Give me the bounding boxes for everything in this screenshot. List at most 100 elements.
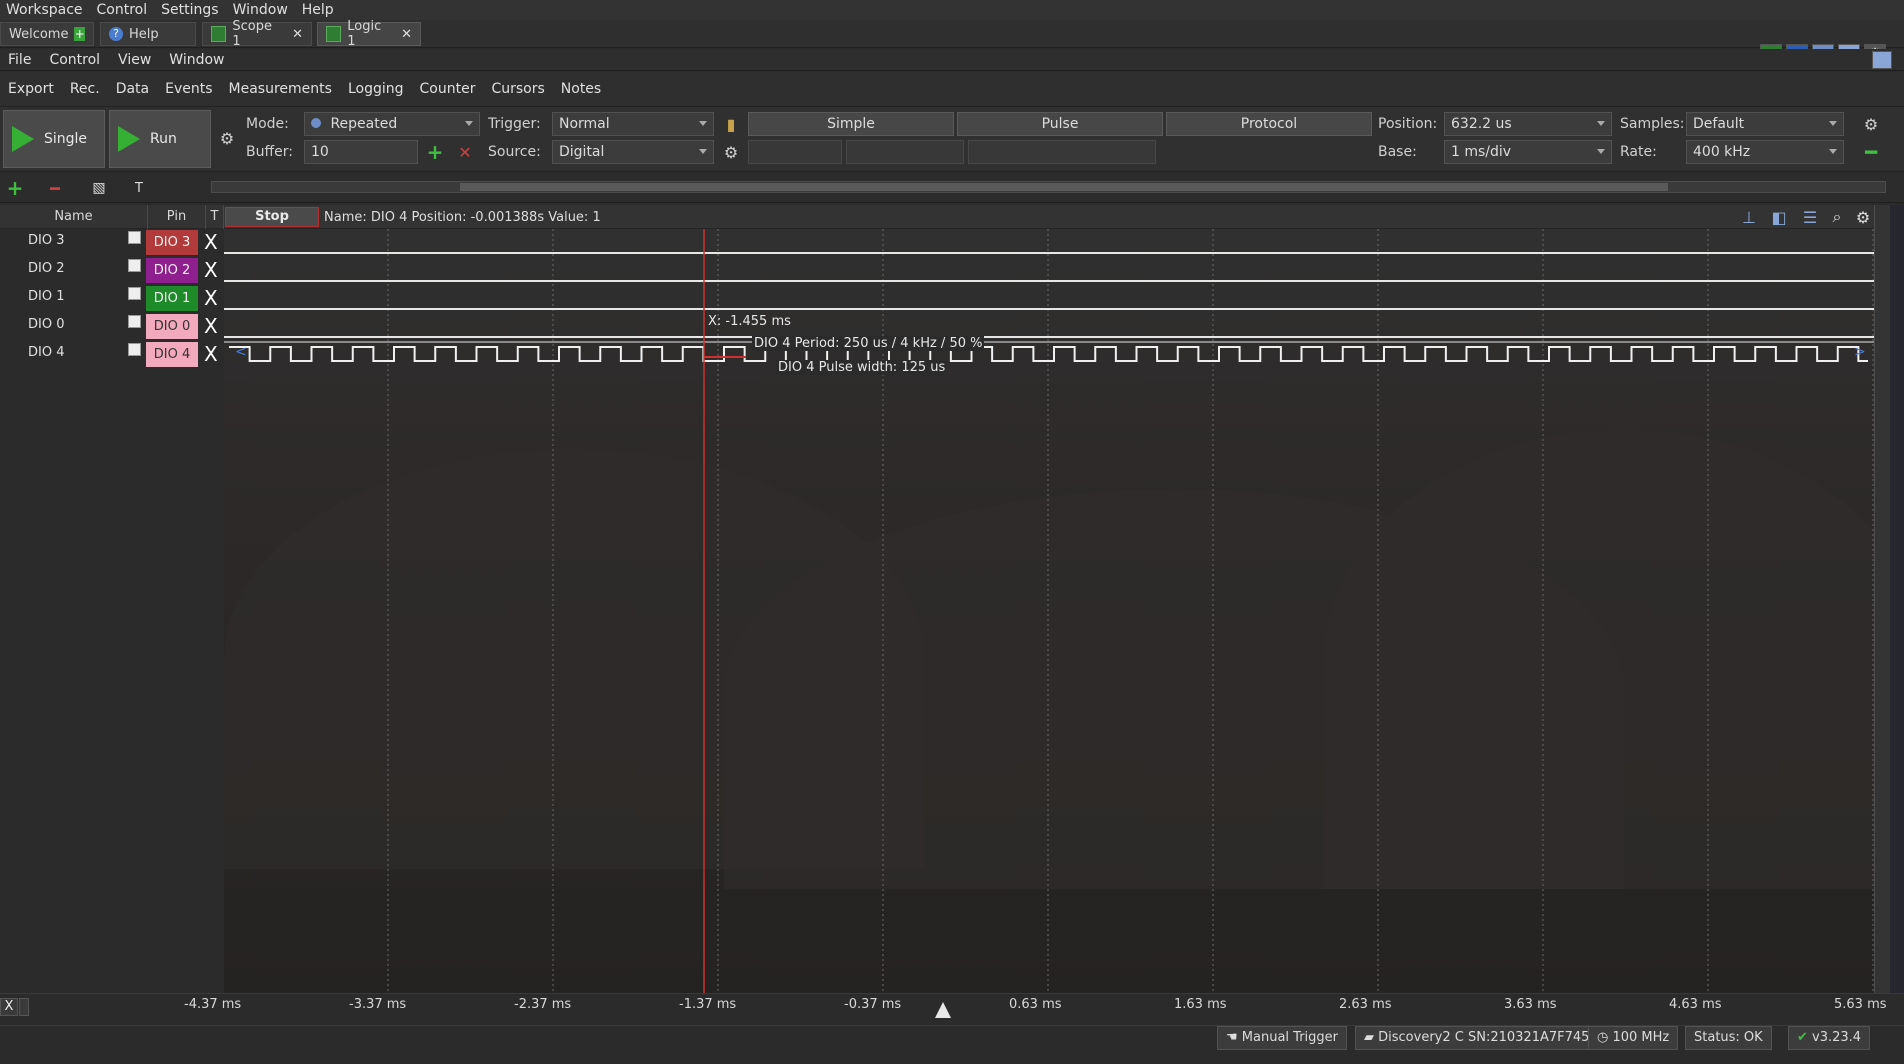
channel-edit-icon[interactable]: [128, 287, 141, 300]
menu-control[interactable]: Control: [97, 2, 148, 18]
channel-row-dio1[interactable]: DIO 1 DIO 1 X: [0, 285, 224, 312]
waveform-svg[interactable]: [224, 229, 1874, 993]
menu-logging[interactable]: Logging: [348, 81, 404, 97]
mode-select[interactable]: Repeated: [304, 112, 480, 136]
source-select[interactable]: Digital: [552, 140, 714, 164]
plus-icon[interactable]: +: [74, 27, 85, 41]
run-button[interactable]: Run: [109, 110, 211, 168]
channel-pin[interactable]: DIO 0: [146, 314, 198, 339]
samples-select[interactable]: Default: [1686, 112, 1844, 136]
axis-dropdown-button[interactable]: [19, 998, 29, 1016]
buffer-stepper[interactable]: 10: [304, 140, 418, 164]
cursor-line[interactable]: [703, 229, 746, 993]
menu-help[interactable]: Help: [302, 2, 334, 18]
add-icon[interactable]: +: [424, 140, 446, 164]
device-button[interactable]: ▰ Discovery2 C SN:210321A7F745: [1355, 1026, 1599, 1050]
trigger-x-icon[interactable]: X: [204, 314, 218, 338]
channel-edit-icon[interactable]: ▧: [88, 177, 110, 199]
channel-row-dio3[interactable]: DIO 3 DIO 3 X: [0, 229, 224, 256]
menu-window-2[interactable]: Window: [169, 52, 224, 68]
menu-measurements[interactable]: Measurements: [229, 81, 332, 97]
menu-workspace[interactable]: Workspace: [6, 2, 83, 18]
scroll-left-icon[interactable]: <: [235, 344, 247, 360]
restore-icon[interactable]: [1872, 51, 1892, 69]
menu-settings[interactable]: Settings: [161, 2, 218, 18]
trigger-select[interactable]: Normal: [552, 112, 714, 136]
scrollbar-thumb[interactable]: [460, 183, 1668, 191]
chevron-down-icon: [1829, 121, 1837, 126]
channel-row-dio2[interactable]: DIO 2 DIO 2 X: [0, 257, 224, 284]
axis-x-button[interactable]: X: [0, 998, 18, 1016]
trigger-option-3[interactable]: [968, 140, 1156, 164]
trigger-option-1[interactable]: [748, 140, 842, 164]
menu-export[interactable]: Export: [8, 81, 54, 97]
vertical-scrollbar[interactable]: [1874, 205, 1891, 993]
trigger-x-icon[interactable]: X: [204, 342, 218, 366]
rate-select[interactable]: 400 kHz: [1686, 140, 1844, 164]
add-channel-icon[interactable]: +: [4, 176, 26, 200]
clock-button[interactable]: ◷ 100 MHz: [1588, 1026, 1679, 1050]
channel-edit-icon[interactable]: [128, 315, 141, 328]
channel-pin[interactable]: DIO 2: [146, 258, 198, 283]
single-button[interactable]: Single: [3, 110, 105, 168]
text-tool-icon[interactable]: T: [128, 177, 150, 199]
zoom-icon[interactable]: ⌕: [1826, 206, 1848, 228]
menu-events[interactable]: Events: [165, 81, 212, 97]
menu-notes[interactable]: Notes: [561, 81, 601, 97]
tab-scope[interactable]: Scope 1 ✕: [202, 19, 312, 49]
trigger-x-icon[interactable]: X: [204, 286, 218, 310]
rate-minus-icon[interactable]: ━: [1860, 140, 1882, 164]
zoom-fit-icon[interactable]: ⊥: [1738, 206, 1760, 228]
trigger-column-header[interactable]: T: [206, 205, 224, 229]
trigger-x-icon[interactable]: X: [204, 258, 218, 282]
chevron-down-icon: [1597, 121, 1605, 126]
trigger-position-marker[interactable]: [935, 1002, 951, 1018]
settings-gear-icon[interactable]: ⚙: [216, 127, 238, 149]
plot-gear-icon[interactable]: ⚙: [1852, 206, 1874, 228]
source-gear-icon[interactable]: ⚙: [720, 141, 742, 163]
channel-edit-icon[interactable]: [128, 343, 141, 356]
channel-row-dio4[interactable]: DIO 4 DIO 4 X: [0, 341, 224, 368]
channel-edit-icon[interactable]: [128, 231, 141, 244]
name-column-header[interactable]: Name: [0, 205, 148, 229]
position-input[interactable]: 632.2 us: [1444, 112, 1612, 136]
menu-file[interactable]: File: [8, 52, 31, 68]
simple-tab[interactable]: Simple: [748, 112, 954, 136]
single-label: Single: [44, 131, 88, 147]
tab-welcome[interactable]: Welcome +: [0, 22, 94, 46]
menu-rec[interactable]: Rec.: [70, 81, 100, 97]
channel-row-dio0[interactable]: DIO 0 DIO 0 X: [0, 313, 224, 340]
acquisition-toolbar: Single Run ⚙ Mode: Repeated Buffer: 10 +…: [0, 106, 1904, 172]
samples-gear-icon[interactable]: ⚙: [1860, 113, 1882, 135]
trigger-option-2[interactable]: [846, 140, 964, 164]
tab-logic[interactable]: Logic 1 ✕: [317, 19, 421, 49]
trigger-x-icon[interactable]: X: [204, 230, 218, 254]
pulse-tab[interactable]: Pulse: [957, 112, 1163, 136]
horizontal-scrollbar[interactable]: [211, 181, 1886, 193]
menu-control-2[interactable]: Control: [49, 52, 100, 68]
close-icon[interactable]: ✕: [292, 27, 303, 42]
close-icon[interactable]: ✕: [401, 27, 412, 42]
scroll-right-icon[interactable]: >: [1854, 344, 1866, 360]
channel-pin[interactable]: DIO 3: [146, 230, 198, 255]
channel-pin[interactable]: DIO 4: [146, 342, 198, 367]
channel-edit-icon[interactable]: [128, 259, 141, 272]
menu-cursors[interactable]: Cursors: [491, 81, 544, 97]
collapse-icon[interactable]: ☰: [1799, 206, 1821, 228]
menu-window[interactable]: Window: [233, 2, 288, 18]
menu-counter[interactable]: Counter: [420, 81, 476, 97]
remove-icon[interactable]: ✕: [454, 141, 476, 163]
channel-pin[interactable]: DIO 1: [146, 286, 198, 311]
tab-bar: Welcome + ? Help Scope 1 ✕ Logic 1 ✕ ⚙: [0, 19, 1904, 64]
version-button[interactable]: ✔ v3.23.4: [1788, 1026, 1871, 1050]
menu-data[interactable]: Data: [116, 81, 149, 97]
protocol-tab[interactable]: Protocol: [1166, 112, 1372, 136]
split-icon[interactable]: ◧: [1768, 206, 1790, 228]
menu-view[interactable]: View: [118, 52, 151, 68]
remove-channel-icon[interactable]: ━: [44, 177, 66, 199]
tab-help[interactable]: ? Help: [100, 22, 196, 46]
base-input[interactable]: 1 ms/div: [1444, 140, 1612, 164]
manual-trigger-button[interactable]: ☚ Manual Trigger: [1217, 1026, 1348, 1050]
status-button[interactable]: Status: OK: [1685, 1026, 1772, 1050]
pin-column-header[interactable]: Pin: [148, 205, 206, 229]
